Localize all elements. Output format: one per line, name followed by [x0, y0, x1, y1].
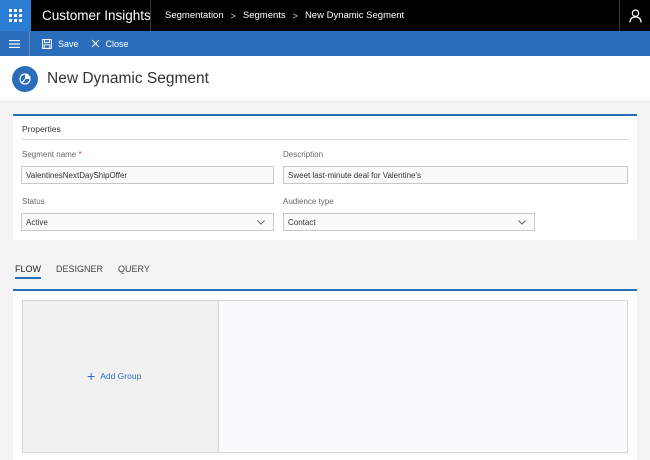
status-value: Active	[26, 217, 48, 227]
segment-name-field[interactable]: ValentinesNextDayShipOffer	[21, 166, 274, 184]
user-profile-button[interactable]	[619, 0, 650, 31]
waffle-icon	[9, 9, 22, 22]
chevron-right-icon: >	[292, 10, 298, 21]
tab-designer[interactable]: DESIGNER	[56, 264, 103, 279]
chevron-down-icon	[517, 217, 527, 229]
close-button[interactable]: Close	[91, 39, 129, 49]
required-marker: *	[78, 150, 82, 159]
audience-type-value: Contact	[288, 217, 316, 227]
chevron-down-icon	[256, 217, 266, 229]
page-title: New Dynamic Segment	[47, 69, 209, 87]
tab-query[interactable]: QUERY	[118, 264, 150, 279]
audience-type-label: Audience type	[283, 197, 334, 206]
app-launcher-button[interactable]	[0, 0, 31, 31]
description-field[interactable]: Sweet last-minute deal for Valentine's	[283, 166, 628, 184]
user-icon	[628, 8, 642, 23]
status-label: Status	[22, 197, 45, 206]
section-title: Properties	[22, 124, 61, 134]
audience-type-select[interactable]: Contact	[283, 213, 535, 231]
close-label: Close	[105, 38, 129, 49]
flow-canvas[interactable]	[219, 300, 628, 453]
breadcrumb-item-segmentation[interactable]: Segmentation	[165, 10, 224, 21]
description-label: Description	[283, 150, 324, 159]
group-pane: + Add Group	[22, 300, 219, 453]
segment-entity-icon	[12, 65, 38, 92]
view-tabs: FLOW DESIGNER QUERY	[15, 264, 165, 279]
add-group-label: Add Group	[100, 371, 142, 381]
hamburger-icon	[9, 39, 20, 48]
command-bar: Save Close	[0, 31, 650, 56]
close-icon	[91, 39, 100, 48]
segment-name-label-text: Segment name	[22, 150, 77, 159]
breadcrumb-item-segments[interactable]: Segments	[243, 10, 286, 21]
properties-section: Properties Segment name * ValentinesNext…	[13, 114, 637, 240]
breadcrumb-item-current: New Dynamic Segment	[304, 10, 405, 21]
menu-button[interactable]	[0, 31, 30, 56]
chevron-right-icon: >	[230, 10, 236, 21]
divider	[150, 0, 151, 31]
segment-name-value: ValentinesNextDayShipOffer	[26, 170, 128, 180]
segment-name-label: Segment name *	[22, 150, 82, 159]
status-select[interactable]: Active	[21, 213, 274, 231]
plus-icon: +	[87, 368, 96, 384]
page-header: New Dynamic Segment	[0, 56, 650, 102]
save-icon	[42, 38, 52, 49]
description-value: Sweet last-minute deal for Valentine's	[288, 170, 422, 180]
add-group-button[interactable]: + Add Group	[87, 369, 141, 383]
flow-designer: + Add Group	[13, 289, 637, 460]
save-label: Save	[58, 38, 79, 49]
breadcrumb: Segmentation > Segments > New Dynamic Se…	[165, 10, 404, 21]
save-button[interactable]: Save	[42, 39, 79, 49]
divider	[21, 139, 629, 140]
tab-flow[interactable]: FLOW	[15, 264, 41, 279]
top-navigation-bar: Customer Insights Segmentation > Segment…	[0, 0, 650, 31]
app-title[interactable]: Customer Insights	[42, 8, 151, 23]
